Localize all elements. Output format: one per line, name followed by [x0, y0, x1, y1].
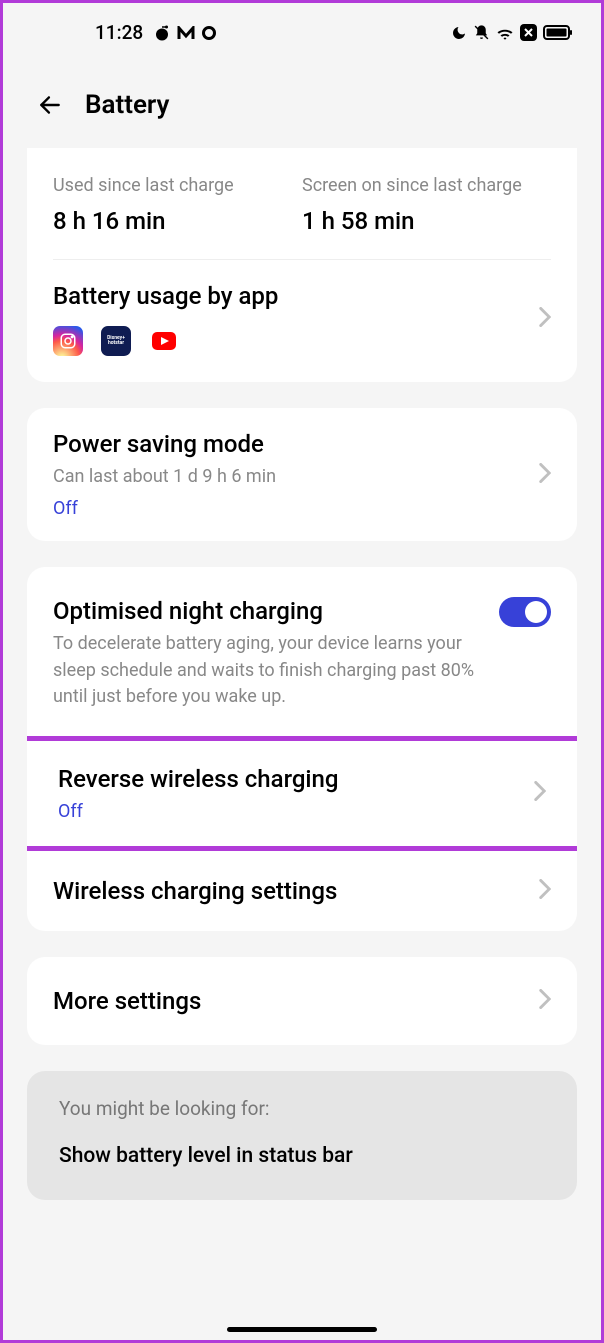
reverse-title: Reverse wireless charging: [58, 765, 522, 793]
reverse-status: Off: [58, 801, 522, 822]
circle-icon: [201, 25, 217, 41]
page-header: Battery: [3, 54, 601, 148]
chevron-right-icon: [539, 989, 551, 1013]
chevron-right-icon: [534, 781, 546, 805]
usage-stats: Used since last charge 8 h 16 min Screen…: [27, 148, 577, 259]
m-icon: [177, 26, 195, 40]
status-time: 11:28: [95, 21, 143, 44]
disney-hotstar-icon: Disney+hotstar: [101, 326, 131, 356]
reverse-wireless-charging[interactable]: Reverse wireless charging Off: [27, 741, 577, 846]
optimised-sub: To decelerate battery aging, your device…: [53, 631, 487, 709]
more-settings[interactable]: More settings: [27, 957, 577, 1045]
bell-muted-icon: [473, 24, 490, 41]
screen-on-label: Screen on since last charge: [302, 174, 551, 197]
chevron-right-icon: [539, 463, 551, 487]
card-power-saving: Power saving mode Can last about 1 d 9 h…: [27, 408, 577, 541]
suggestion-card[interactable]: You might be looking for: Show battery l…: [27, 1071, 577, 1200]
since-last-charge-value: 8 h 16 min: [53, 207, 302, 235]
chevron-right-icon: [539, 307, 551, 331]
status-right: [451, 24, 573, 41]
moon-icon: [451, 25, 467, 41]
back-icon[interactable]: [37, 92, 63, 118]
reddit-icon: [153, 24, 171, 42]
suggestion-title: Show battery level in status bar: [59, 1144, 545, 1168]
card-usage: Used since last charge 8 h 16 min Screen…: [27, 148, 577, 382]
wireless-settings-title: Wireless charging settings: [53, 877, 527, 905]
more-settings-title: More settings: [53, 987, 527, 1015]
optimised-night-charging[interactable]: Optimised night charging To decelerate b…: [27, 567, 577, 735]
optimised-title: Optimised night charging: [53, 597, 487, 625]
power-saving-title: Power saving mode: [53, 430, 527, 458]
suggestion-label: You might be looking for:: [59, 1097, 545, 1120]
page-title: Battery: [85, 90, 169, 120]
content-area: Used since last charge 8 h 16 min Screen…: [3, 148, 601, 1200]
optimised-toggle[interactable]: [499, 597, 551, 627]
highlight-annotation: Reverse wireless charging Off: [27, 736, 577, 851]
power-saving-mode[interactable]: Power saving mode Can last about 1 d 9 h…: [27, 408, 577, 541]
power-saving-sub: Can last about 1 d 9 h 6 min: [53, 464, 527, 490]
status-left: 11:28: [95, 21, 217, 44]
since-last-charge-label: Used since last charge: [53, 174, 302, 197]
since-last-charge: Used since last charge 8 h 16 min: [53, 174, 302, 235]
battery-icon: [543, 25, 573, 40]
screen-on: Screen on since last charge 1 h 58 min: [302, 174, 551, 235]
power-saving-status: Off: [53, 498, 527, 519]
status-bar: 11:28: [3, 3, 601, 54]
instagram-icon: [53, 326, 83, 356]
youtube-icon: [149, 326, 179, 356]
battery-usage-title: Battery usage by app: [53, 282, 527, 310]
wireless-charging-settings[interactable]: Wireless charging settings: [27, 851, 577, 931]
screen-on-value: 1 h 58 min: [302, 207, 551, 235]
card-more: More settings: [27, 957, 577, 1045]
battery-usage-by-app[interactable]: Battery usage by app Disney+hotstar: [27, 260, 577, 382]
home-indicator[interactable]: [227, 1327, 377, 1332]
signal-badge-icon: [520, 24, 537, 41]
wifi-icon: [496, 26, 514, 40]
app-icons-row: Disney+hotstar: [53, 326, 527, 356]
card-charging: Optimised night charging To decelerate b…: [27, 567, 577, 930]
status-notif-icons: [153, 24, 217, 42]
chevron-right-icon: [539, 879, 551, 903]
